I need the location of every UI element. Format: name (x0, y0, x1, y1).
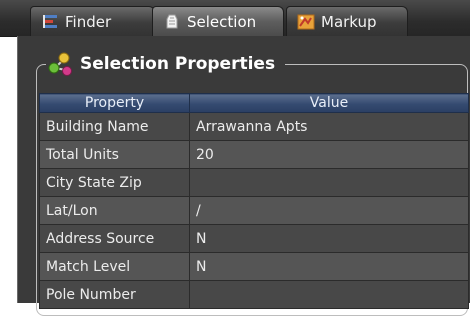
tab-bar: Finder Selection Markup (0, 0, 470, 37)
group-header: Selection Properties (46, 49, 286, 79)
column-header-property[interactable]: Property (39, 93, 190, 113)
property-cell: Match Level (39, 252, 190, 281)
table-row[interactable]: City State Zip (39, 168, 469, 197)
table-row[interactable]: Pole Number (39, 280, 469, 309)
selection-icon (163, 13, 181, 31)
column-header-value[interactable]: Value (189, 93, 469, 113)
tab-markup[interactable]: Markup (286, 6, 408, 36)
property-cell: Building Name (39, 112, 190, 141)
table-row[interactable]: Total Units 20 (39, 140, 469, 169)
property-cell: Address Source (39, 224, 190, 253)
table-row[interactable]: Lat/Lon / (39, 196, 469, 225)
property-cell: Lat/Lon (39, 196, 190, 225)
value-cell[interactable]: 20 (189, 140, 469, 169)
property-cell: City State Zip (39, 168, 190, 197)
value-cell[interactable]: Arrawanna Apts (189, 112, 469, 141)
table-row[interactable]: Building Name Arrawanna Apts (39, 112, 469, 141)
table-row[interactable]: Match Level N (39, 252, 469, 281)
grid-header-row: Property Value (39, 93, 469, 113)
property-cell: Total Units (39, 140, 190, 169)
finder-icon (41, 13, 59, 31)
tab-finder-label: Finder (65, 12, 112, 31)
value-cell[interactable]: N (189, 252, 469, 281)
value-cell[interactable] (189, 280, 469, 309)
panel-title: Selection Properties (80, 54, 276, 74)
tab-selection[interactable]: Selection (152, 6, 284, 36)
tab-selection-label: Selection (187, 12, 257, 31)
markup-icon (297, 13, 315, 31)
tab-finder[interactable]: Finder (30, 6, 155, 36)
property-cell: Pole Number (39, 280, 190, 309)
properties-grid: Property Value Building Name Arrawanna A… (39, 93, 469, 309)
value-cell[interactable]: / (189, 196, 469, 225)
app-window: Finder Selection Markup Selection Proper… (0, 0, 470, 316)
tab-markup-label: Markup (321, 12, 377, 31)
selection-properties-icon (46, 50, 74, 78)
value-cell[interactable] (189, 168, 469, 197)
selection-panel: Selection Properties Property Value Buil… (17, 36, 470, 316)
value-cell[interactable]: N (189, 224, 469, 253)
table-row[interactable]: Address Source N (39, 224, 469, 253)
